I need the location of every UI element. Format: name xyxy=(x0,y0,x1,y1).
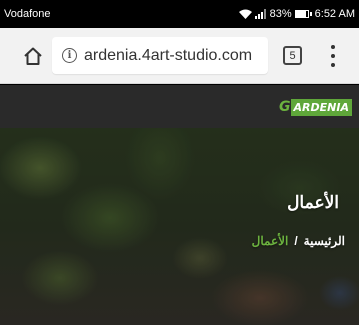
battery-tip xyxy=(309,12,312,16)
status-indicators: 83% 6:52 AM xyxy=(238,8,355,20)
signal-icon xyxy=(254,9,266,19)
info-icon[interactable]: i xyxy=(62,48,77,63)
menu-dot xyxy=(331,54,335,58)
site-header: G ARDENIA xyxy=(0,85,359,128)
status-bar: Vodafone 83% 6:52 AM xyxy=(0,0,359,28)
menu-dot xyxy=(331,63,335,67)
url-text[interactable]: ardenia.4art-studio.com xyxy=(84,47,264,65)
page-title: الأعمال xyxy=(287,193,339,212)
breadcrumb-separator: / xyxy=(294,234,298,248)
battery-percent: 83% xyxy=(269,8,292,20)
hero-overlay xyxy=(0,128,359,325)
logo-text: ARDENIA xyxy=(290,99,352,116)
breadcrumb-home-link[interactable]: الرئيسية xyxy=(304,234,345,248)
menu-dot xyxy=(331,45,335,49)
tab-count: 5 xyxy=(289,49,296,62)
address-bar[interactable]: i ardenia.4art-studio.com xyxy=(52,37,268,74)
clock: 6:52 AM xyxy=(314,8,355,20)
wifi-icon xyxy=(238,9,252,19)
site-logo[interactable]: G ARDENIA xyxy=(279,99,352,116)
battery-icon xyxy=(294,10,309,18)
hero-banner: الأعمال الرئيسية / الأعمال xyxy=(0,128,359,325)
home-icon xyxy=(24,47,42,65)
breadcrumb: الرئيسية / الأعمال xyxy=(252,234,345,248)
browser-toolbar: i ardenia.4art-studio.com 5 xyxy=(0,28,359,84)
more-vert-icon[interactable] xyxy=(328,45,338,67)
logo-initial: G xyxy=(279,99,291,115)
home-button[interactable] xyxy=(14,34,52,78)
tab-switcher-button[interactable]: 5 xyxy=(283,46,302,65)
carrier-label: Vodafone xyxy=(4,8,51,20)
breadcrumb-current: الأعمال xyxy=(251,234,289,248)
